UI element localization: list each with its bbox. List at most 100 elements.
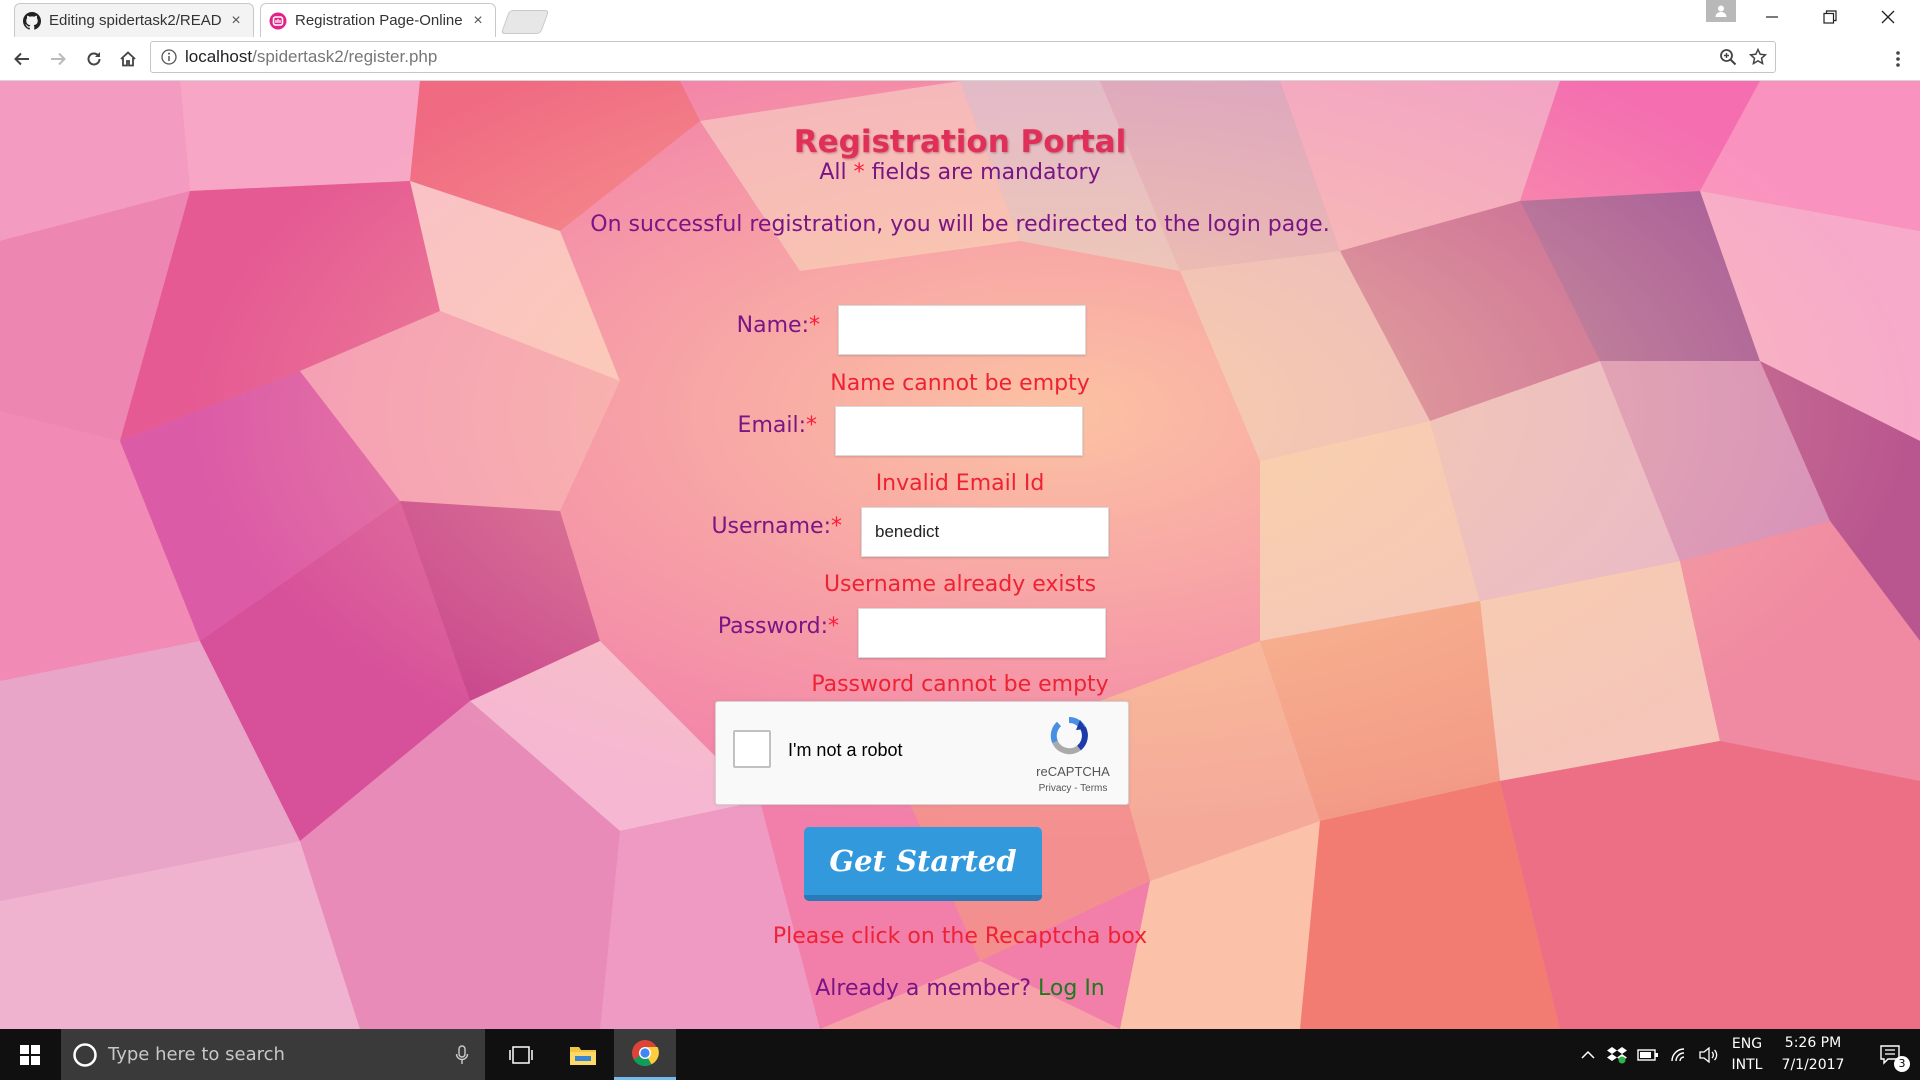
folder-icon: [570, 1046, 596, 1065]
battery-icon: [1637, 1048, 1658, 1061]
forward-button[interactable]: [44, 45, 72, 73]
email-label: Email:*: [738, 413, 817, 438]
mandatory-suffix: fields are mandatory: [864, 160, 1101, 185]
redirect-note: On successful registration, you will be …: [590, 212, 1330, 237]
password-input[interactable]: [858, 608, 1106, 658]
url-path: /spidertask2/register.php: [252, 47, 438, 66]
file-explorer-button[interactable]: [556, 1029, 610, 1080]
menu-button[interactable]: [1884, 45, 1912, 73]
mandatory-prefix: All: [819, 160, 854, 185]
back-button[interactable]: [8, 45, 36, 73]
chrome-icon: [632, 1040, 659, 1067]
info-icon[interactable]: [161, 49, 177, 65]
input-language-bottom[interactable]: INTL: [1726, 1057, 1768, 1073]
minimize-button[interactable]: [1742, 0, 1802, 34]
action-center-button[interactable]: 3: [1866, 1029, 1916, 1080]
home-icon: [120, 51, 136, 67]
dropbox-icon: [1607, 1046, 1627, 1063]
password-error: Password cannot be empty: [811, 672, 1109, 697]
tab-registration-page[interactable]: Registration Page-Online ×: [260, 3, 496, 37]
name-input[interactable]: [838, 305, 1086, 355]
password-label: Password:*: [718, 614, 839, 639]
tab-title: Editing spidertask2/READ: [49, 12, 222, 29]
required-asterisk: *: [809, 313, 820, 338]
url-text: localhost/spidertask2/register.php: [185, 47, 437, 67]
username-label: Username:*: [711, 514, 842, 539]
member-prompt: Already a member?: [815, 976, 1039, 1001]
restore-icon: [1823, 10, 1837, 24]
tab-strip: Editing spidertask2/READ × Registration …: [0, 0, 1920, 37]
search-placeholder: Type here to search: [108, 1044, 285, 1065]
restore-button[interactable]: [1800, 0, 1860, 34]
recaptcha-privacy-terms[interactable]: Privacy - Terms: [1016, 783, 1130, 794]
clock-time[interactable]: 5:26 PM: [1772, 1035, 1854, 1051]
close-tab-icon[interactable]: ×: [227, 12, 245, 30]
username-input[interactable]: [861, 507, 1109, 557]
bookmark-star-icon[interactable]: [1749, 48, 1767, 66]
windows-taskbar: Type here to search ENG INTL 5:26 PM 7/1…: [0, 1029, 1920, 1080]
login-prompt: Already a member? Log In: [0, 976, 1920, 1001]
recaptcha-logo-icon: [1050, 716, 1088, 755]
email-label-text: Email:: [737, 413, 806, 438]
tab-title: Registration Page-Online: [295, 12, 463, 29]
forward-arrow-icon: [51, 52, 66, 66]
battery-button[interactable]: [1634, 1029, 1662, 1080]
login-link[interactable]: Log In: [1038, 976, 1105, 1001]
required-asterisk: *: [806, 413, 817, 438]
address-bar[interactable]: localhost/spidertask2/register.php: [150, 41, 1776, 73]
windows-logo-icon: [20, 1044, 40, 1065]
profile-icon[interactable]: [1706, 0, 1736, 22]
volume-button[interactable]: [1696, 1029, 1722, 1080]
reload-icon: [87, 52, 101, 66]
taskbar-search[interactable]: Type here to search: [61, 1029, 485, 1080]
username-label-text: Username:: [711, 514, 831, 539]
required-asterisk: *: [828, 614, 839, 639]
tab-github-readme[interactable]: Editing spidertask2/READ ×: [14, 3, 254, 37]
start-button[interactable]: [0, 1029, 60, 1080]
page-viewport: Registration Portal All * fields are man…: [0, 81, 1920, 1029]
dropbox-tray-button[interactable]: [1604, 1029, 1630, 1080]
email-error: Invalid Email Id: [875, 471, 1045, 496]
more-vertical-icon: [1896, 51, 1900, 67]
recaptcha-label: I'm not a robot: [788, 740, 903, 760]
email-input[interactable]: [835, 406, 1083, 456]
input-language-top[interactable]: ENG: [1726, 1036, 1768, 1052]
microphone-icon[interactable]: [455, 1044, 469, 1065]
cortana-icon: [73, 1042, 97, 1067]
mandatory-note: All * fields are mandatory: [0, 160, 1920, 185]
close-window-button[interactable]: [1858, 0, 1918, 34]
username-error: Username already exists: [823, 572, 1097, 597]
recaptcha-checkbox[interactable]: [733, 730, 771, 768]
recaptcha-brand: reCAPTCHA: [1036, 764, 1110, 779]
new-tab-button[interactable]: [500, 10, 550, 34]
url-host: localhost: [185, 47, 253, 66]
recaptcha-widget: I'm not a robot reCAPTCHA Privacy - Term…: [715, 701, 1129, 805]
name-error: Name cannot be empty: [830, 371, 1090, 396]
required-asterisk: *: [853, 160, 865, 185]
page-title: Registration Portal: [793, 124, 1127, 160]
get-started-button[interactable]: Get Started: [804, 827, 1042, 901]
recaptcha-error: Please click on the Recaptcha box: [772, 924, 1148, 949]
browser-toolbar: localhost/spidertask2/register.php: [0, 37, 1920, 81]
reload-button[interactable]: [80, 45, 108, 73]
site-logo-icon: [269, 12, 287, 30]
github-icon: [23, 11, 41, 30]
name-label-text: Name:: [736, 313, 809, 338]
wifi-button[interactable]: [1666, 1029, 1694, 1080]
name-label: Name:*: [737, 313, 820, 338]
notification-count-badge: 3: [1894, 1056, 1910, 1072]
chrome-taskbar-button[interactable]: [614, 1029, 676, 1080]
back-arrow-icon: [14, 52, 29, 66]
zoom-icon[interactable]: [1719, 48, 1737, 66]
task-view-button[interactable]: [494, 1029, 548, 1080]
minimize-icon: [1766, 16, 1778, 18]
show-hidden-icons-button[interactable]: [1576, 1029, 1600, 1080]
speaker-icon: [1699, 1046, 1718, 1063]
required-asterisk: *: [831, 514, 842, 539]
home-button[interactable]: [114, 45, 142, 73]
clock-date[interactable]: 7/1/2017: [1772, 1057, 1854, 1073]
close-tab-icon[interactable]: ×: [469, 12, 487, 30]
task-view-icon: [509, 1045, 533, 1064]
password-label-text: Password:: [717, 614, 828, 639]
close-icon: [1881, 10, 1895, 24]
